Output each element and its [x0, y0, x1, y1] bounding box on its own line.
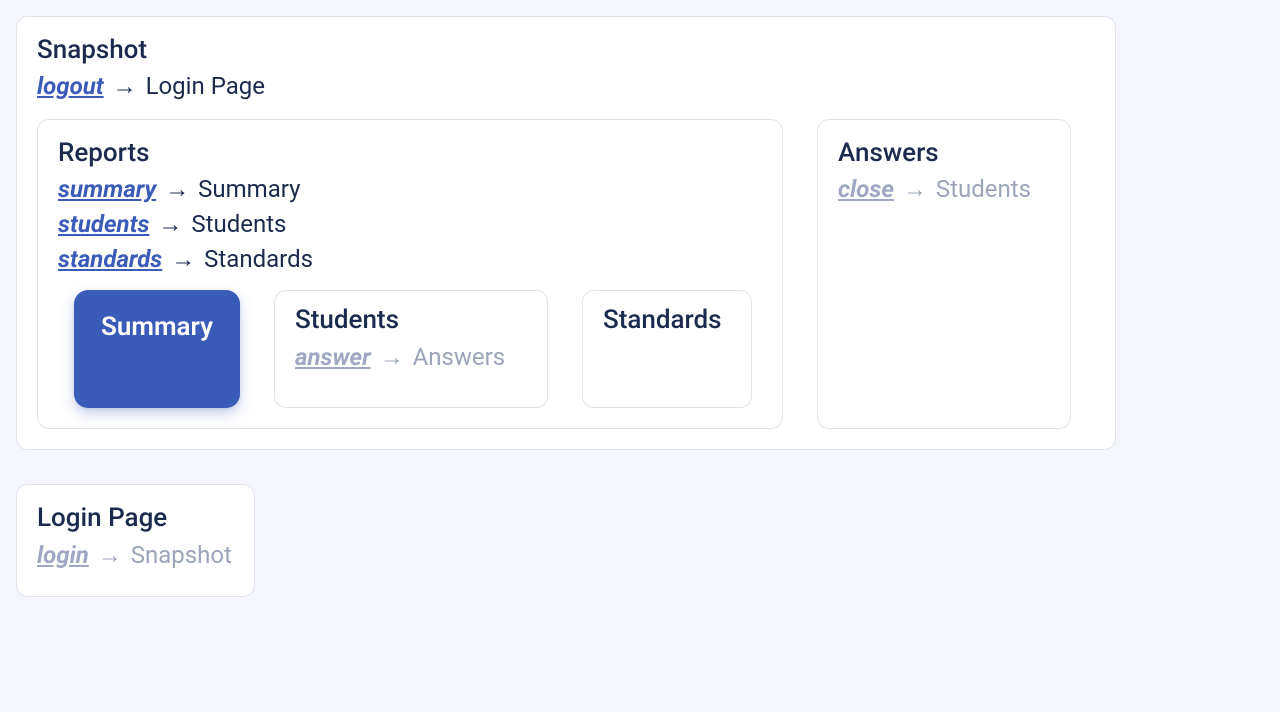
arrow-icon: → — [158, 210, 182, 238]
reports-link-students-line: students → Students — [58, 210, 762, 239]
tab-students-title: Students — [295, 305, 527, 336]
standards-dest: Standards — [204, 245, 313, 273]
arrow-icon: → — [171, 245, 195, 273]
logout-link[interactable]: logout — [37, 72, 104, 100]
reports-card: Reports summary → Summary students → Stu… — [37, 119, 783, 429]
answer-link[interactable]: answer — [295, 343, 371, 371]
close-dest: Students — [936, 175, 1031, 203]
students-dest: Students — [191, 210, 286, 238]
tab-standards[interactable]: Standards — [582, 290, 752, 408]
login-dest: Snapshot — [131, 541, 232, 569]
answer-dest: Answers — [413, 343, 506, 371]
arrow-icon: → — [380, 343, 404, 371]
students-link[interactable]: students — [58, 210, 149, 238]
summary-dest: Summary — [198, 175, 300, 203]
snapshot-card: Snapshot logout → Login Page Reports sum… — [16, 16, 1116, 450]
standards-link[interactable]: standards — [58, 245, 162, 273]
snapshot-logout-line: logout → Login Page — [37, 72, 1095, 101]
tab-standards-title: Standards — [603, 305, 731, 336]
login-card: Login Page login → Snapshot — [16, 484, 255, 596]
reports-link-standards-line: standards → Standards — [58, 245, 762, 274]
login-title: Login Page — [37, 503, 232, 534]
arrow-icon: → — [903, 175, 927, 203]
tab-students[interactable]: Students answer → Answers — [274, 290, 548, 408]
reports-title: Reports — [58, 138, 762, 169]
reports-link-summary-line: summary → Summary — [58, 175, 762, 204]
answers-title: Answers — [838, 138, 1050, 169]
arrow-icon: → — [113, 72, 137, 100]
close-link[interactable]: close — [838, 175, 894, 203]
logout-dest: Login Page — [146, 72, 265, 100]
arrow-icon: → — [165, 175, 189, 203]
login-link[interactable]: login — [37, 541, 89, 569]
tabs-row: Summary Students answer → Answers Standa… — [74, 290, 762, 408]
tab-summary-title: Summary — [101, 312, 213, 343]
arrow-icon: → — [98, 541, 122, 569]
login-link-line: login → Snapshot — [37, 541, 232, 570]
answers-close-line: close → Students — [838, 175, 1050, 204]
answers-card: Answers close → Students — [817, 119, 1071, 429]
tab-summary[interactable]: Summary — [74, 290, 240, 408]
summary-link[interactable]: summary — [58, 175, 156, 203]
snapshot-title: Snapshot — [37, 35, 1095, 66]
tab-students-answer-line: answer → Answers — [295, 343, 527, 372]
